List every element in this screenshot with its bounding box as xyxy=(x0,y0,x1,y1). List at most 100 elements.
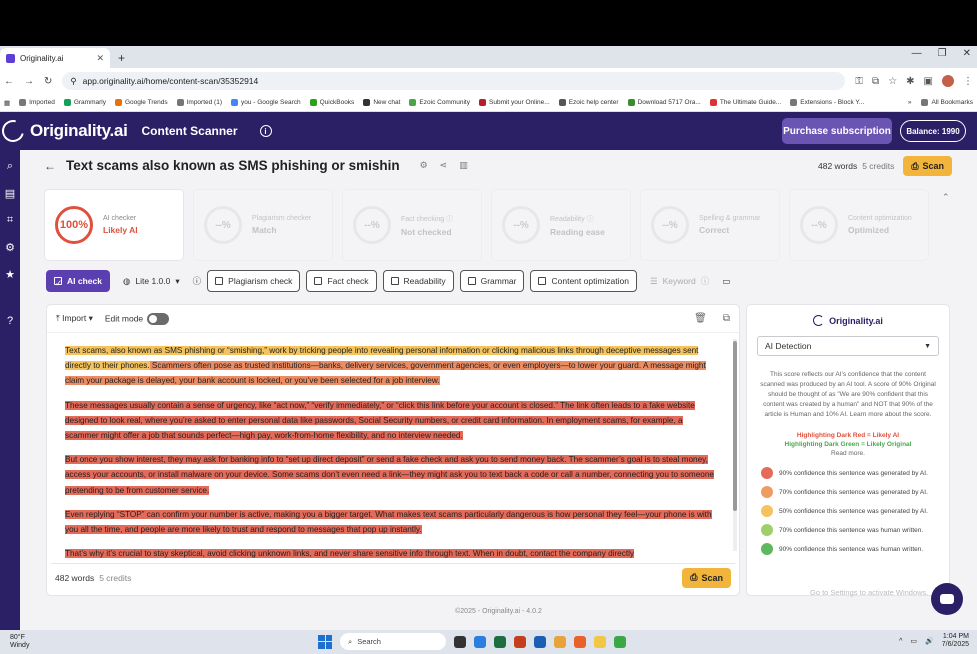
all-bookmarks[interactable]: All Bookmarks xyxy=(921,99,973,106)
share-icon[interactable]: ⋖ xyxy=(440,160,448,171)
apps-icon[interactable]: ▦ xyxy=(4,99,10,107)
brand-logo[interactable]: Originality.ai xyxy=(0,115,128,147)
readability-card[interactable]: --% Readability ⓘ Reading ease xyxy=(491,189,631,261)
taskbar-search[interactable]: ⌕ Search xyxy=(340,633,446,650)
highlighted-sentence[interactable]: But once you show interest, they may ask… xyxy=(65,455,714,495)
back-icon[interactable]: ← xyxy=(4,76,14,87)
bookmark-item[interactable]: QuickBooks xyxy=(309,99,354,106)
highlighted-sentence[interactable]: Even replying “STOP” can confirm your nu… xyxy=(65,509,712,535)
export-icon[interactable]: ▥ xyxy=(459,160,468,171)
volume-icon[interactable]: 🔊 xyxy=(925,637,934,645)
detection-select[interactable]: AI Detection ▼ xyxy=(757,336,939,356)
url-field[interactable]: ⚲ app.originality.ai/home/content-scan/3… xyxy=(62,72,846,90)
import-button[interactable]: ⤒ Import ▾ xyxy=(56,313,93,324)
outlook-icon[interactable] xyxy=(534,635,546,648)
more-bookmarks-icon[interactable]: » xyxy=(908,99,912,106)
chrome-icon[interactable] xyxy=(554,635,566,648)
highlighted-sentence[interactable]: These messages usually contain a sense o… xyxy=(65,400,695,441)
new-tab-button[interactable]: + xyxy=(118,51,125,65)
windows-start-icon[interactable] xyxy=(318,634,332,649)
purchase-subscription-button[interactable]: Purchase subscription xyxy=(782,118,892,144)
minimize-icon[interactable]: — xyxy=(912,48,922,59)
bookmark-item[interactable]: Submit your Online... xyxy=(479,99,550,106)
clock[interactable]: 1:04 PM 7/6/2025 xyxy=(942,633,969,649)
copy-icon[interactable]: ⧉ xyxy=(723,313,730,324)
trash-icon[interactable]: 🗑 xyxy=(694,313,707,324)
balance-badge[interactable]: Balance: 1990 xyxy=(900,120,966,142)
highlighted-sentence[interactable]: That’s why it’s crucial to stay skeptica… xyxy=(65,549,635,559)
star-icon[interactable]: ☆ xyxy=(888,76,897,87)
editor-scrollbar[interactable] xyxy=(733,339,737,551)
scan-summary: 482 words 5 credits ⎙ Scan xyxy=(818,156,953,176)
chat-support-button[interactable] xyxy=(931,583,963,615)
bookmark-item[interactable]: Imported (1) xyxy=(176,99,222,106)
plagiarism-check-toggle[interactable]: Plagiarism check xyxy=(207,270,301,292)
powerpoint-icon[interactable] xyxy=(514,635,526,648)
firefox-icon[interactable] xyxy=(574,635,586,648)
settings-nav-icon[interactable]: ⚙ xyxy=(5,241,15,254)
scan-button-top[interactable]: ⎙ Scan xyxy=(903,156,953,176)
bookmark-item[interactable]: Google Trends xyxy=(114,99,168,106)
ai-checker-card[interactable]: 100% AI checker Likely AI xyxy=(44,189,184,261)
document-title[interactable]: Text scams also known as SMS phishing or… xyxy=(66,158,400,173)
read-more-link[interactable]: Read more. xyxy=(747,450,949,457)
favorites-nav-icon[interactable]: ★ xyxy=(5,268,15,281)
extensions-icon[interactable]: ✱ xyxy=(906,76,914,87)
fact-check-toggle[interactable]: Fact check xyxy=(306,270,377,292)
weather-widget[interactable]: 80°F Windy xyxy=(10,634,29,650)
browser-tab[interactable]: Originality.ai ✕ xyxy=(0,48,110,68)
copilot-icon[interactable] xyxy=(474,635,486,648)
keyword-field[interactable]: ☰ Keyword ⓘ xyxy=(643,270,716,292)
help-nav-icon[interactable]: ? xyxy=(7,315,13,327)
site-info-icon[interactable]: ⚲ xyxy=(70,76,76,87)
back-arrow-icon[interactable]: ← xyxy=(44,159,56,173)
model-info-icon[interactable]: ⓘ xyxy=(193,275,202,287)
excel-icon[interactable] xyxy=(494,635,506,648)
model-select[interactable]: ◍ Lite 1.0.0 ▾ xyxy=(116,270,187,292)
readability-toggle[interactable]: Readability xyxy=(382,270,454,292)
bookmark-item[interactable]: Ezoic help center xyxy=(558,99,619,106)
install-icon[interactable]: ⧉ xyxy=(872,76,879,87)
bookmark-item[interactable]: Grammarly xyxy=(63,99,106,106)
highlighted-sentence[interactable]: Scammers often pose as trusted instituti… xyxy=(65,361,706,386)
tray-chevron-icon[interactable]: ^ xyxy=(899,638,902,645)
grammar-card[interactable]: --% Spelling & grammar Correct xyxy=(640,189,780,261)
settings-icon[interactable]: ⚙ xyxy=(420,160,428,171)
documents-nav-icon[interactable]: ▤ xyxy=(5,187,15,200)
key-icon[interactable]: ⚿ xyxy=(855,76,863,87)
ai-check-toggle[interactable]: ✓ AI check xyxy=(46,270,110,292)
app-icon[interactable] xyxy=(614,635,626,648)
fact-checking-card[interactable]: --% Fact checking ⓘ Not checked xyxy=(342,189,482,261)
scan-nav-icon[interactable]: ⌕ xyxy=(7,160,13,173)
bulk-nav-icon[interactable]: ⌗ xyxy=(7,214,13,227)
editor-text[interactable]: Text scams, also known as SMS phishing o… xyxy=(65,343,718,561)
scan-button-bottom[interactable]: ⎙ Scan xyxy=(682,567,731,588)
info-icon[interactable]: i xyxy=(259,125,272,137)
close-tab-icon[interactable]: ✕ xyxy=(96,53,104,64)
bookmark-item[interactable]: Download 5717 Ora... xyxy=(627,99,701,106)
network-icon[interactable]: ▭ xyxy=(910,637,917,645)
plagiarism-card[interactable]: --% Plagiarism checker Match xyxy=(193,189,333,261)
bookmark-item[interactable]: Ezoic Community xyxy=(409,99,470,106)
collapse-chevron-icon[interactable]: ⌃ xyxy=(942,192,950,203)
bookmark-item[interactable]: Extensions - Block Y... xyxy=(790,99,864,106)
profile-avatar-icon[interactable] xyxy=(942,75,954,87)
restore-icon[interactable]: ❐ xyxy=(938,48,947,59)
sidepanel-icon[interactable]: ▣ xyxy=(924,76,933,87)
close-window-icon[interactable]: ✕ xyxy=(963,48,971,59)
bookmark-item[interactable]: The Ultimate Guide... xyxy=(709,99,781,106)
reload-icon[interactable]: ↻ xyxy=(44,76,52,87)
bookmark-item[interactable]: New chat xyxy=(363,99,400,106)
menu-icon[interactable]: ⋮ xyxy=(963,76,973,87)
folder-icon[interactable] xyxy=(594,635,606,648)
bookmark-item[interactable]: Imported xyxy=(19,99,55,106)
grammar-toggle[interactable]: Grammar xyxy=(459,270,525,292)
content-optimization-toggle[interactable]: Content optimization xyxy=(530,270,637,292)
calendar-icon[interactable]: ▭ xyxy=(722,276,730,287)
edit-mode-toggle[interactable]: Edit mode xyxy=(105,312,170,325)
content-optimization-card[interactable]: --% Content optimization Optimized xyxy=(789,189,929,261)
scroll-thumb[interactable] xyxy=(733,341,737,511)
file-explorer-icon[interactable] xyxy=(454,635,466,648)
forward-icon[interactable]: → xyxy=(24,76,34,87)
bookmark-item[interactable]: you - Google Search xyxy=(231,99,301,106)
